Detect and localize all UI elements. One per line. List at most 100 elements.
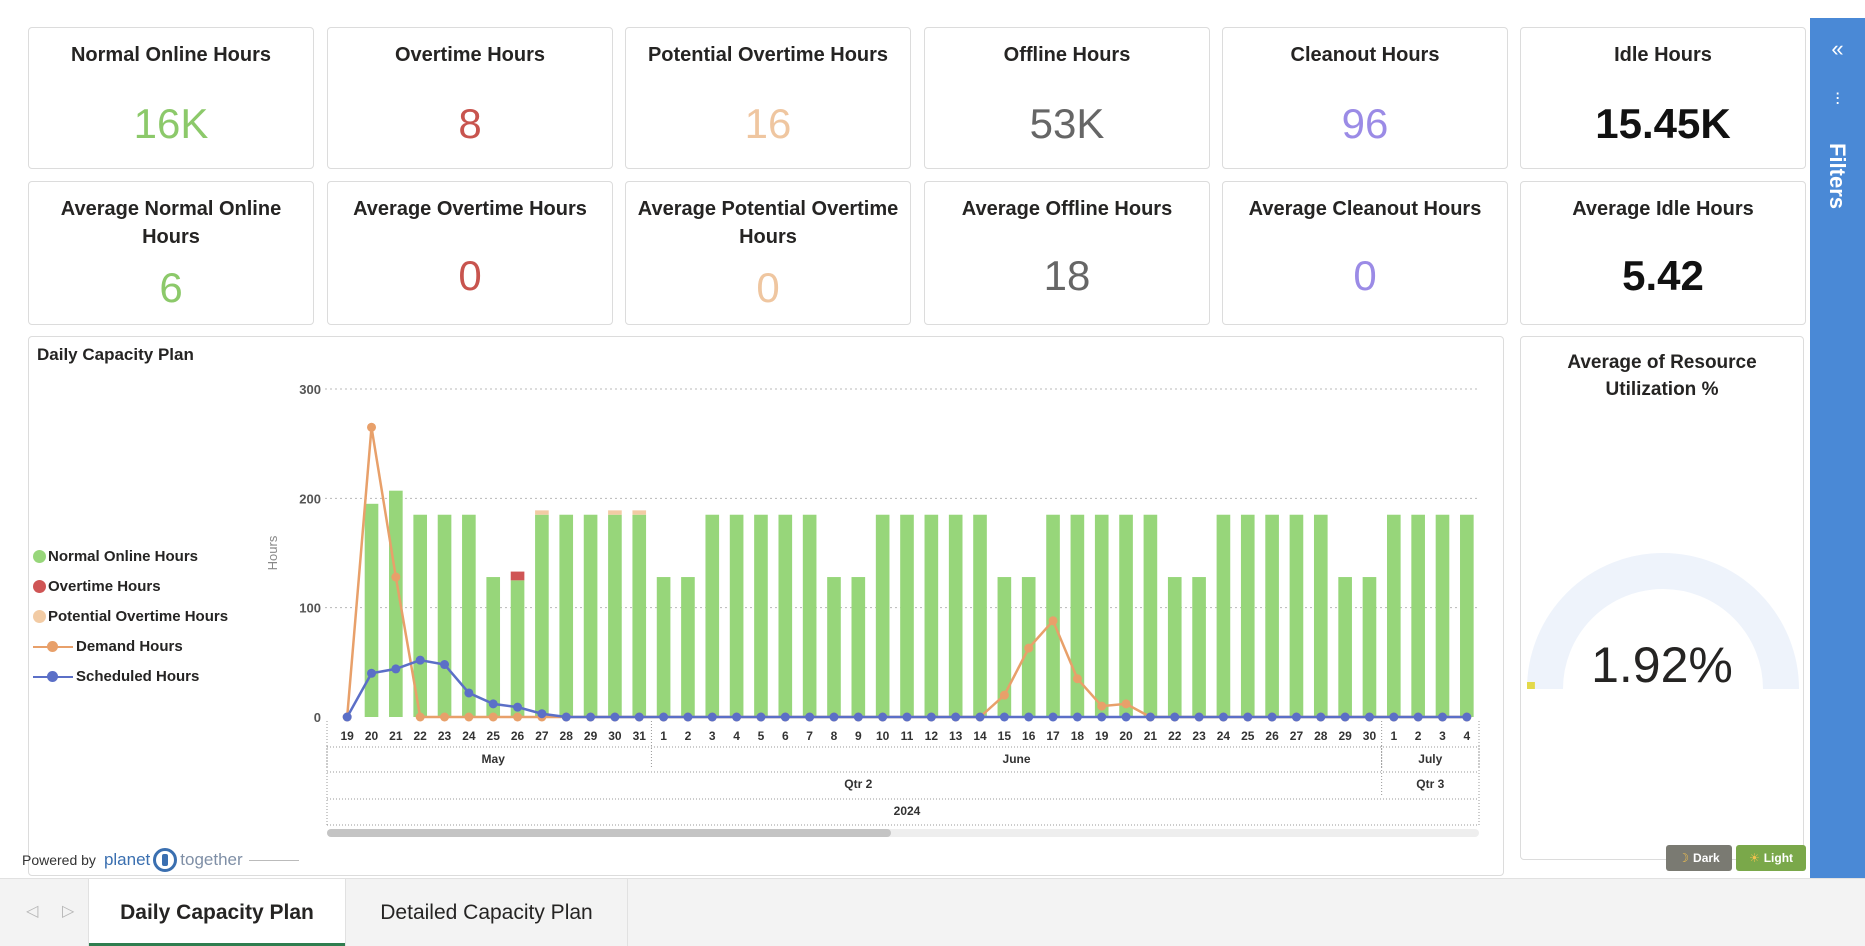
previous-page-icon[interactable]: ◁ (26, 901, 38, 921)
bar-normal-online-hours (486, 577, 501, 717)
kpi-card-average-potential-overtime-hours[interactable]: Average Potential Overtime Hours 0 (625, 181, 911, 325)
planettogether-logo: planet together (104, 848, 243, 872)
bar-normal-online-hours (1289, 514, 1304, 717)
dark-theme-button[interactable]: ☽ Dark (1666, 845, 1732, 871)
filters-pane[interactable]: « ⫶ Filters (1810, 18, 1865, 878)
next-page-icon[interactable]: ▷ (62, 901, 74, 921)
kpi-card-average-cleanout-hours[interactable]: Average Cleanout Hours 0 (1222, 181, 1508, 325)
bar-potential-overtime-hours (535, 510, 549, 515)
x-tick-label: 25 (487, 729, 501, 743)
bar-normal-online-hours (900, 514, 914, 717)
powered-by-footer: Powered by planet together (22, 848, 299, 872)
bar-normal-online-hours (1411, 514, 1425, 717)
kpi-card-average-overtime-hours[interactable]: Average Overtime Hours 0 (327, 181, 613, 325)
point-demand-hours (1097, 701, 1107, 711)
point-scheduled-hours (367, 668, 377, 678)
point-scheduled-hours (829, 712, 839, 722)
x-tick-label: 21 (1144, 729, 1158, 743)
powered-by-label: Powered by (22, 852, 96, 868)
bar-normal-online-hours (535, 514, 549, 717)
kpi-card-average-normal-online-hours[interactable]: Average Normal Online Hours 6 (28, 181, 314, 325)
gauge-value: 1.92% (1591, 637, 1733, 693)
point-scheduled-hours (1413, 712, 1423, 722)
point-scheduled-hours (464, 688, 474, 698)
y-tick-label: 300 (299, 382, 321, 397)
x-month-label: June (1003, 752, 1031, 766)
x-month-label: July (1418, 752, 1442, 766)
point-scheduled-hours (1437, 712, 1447, 722)
x-tick-label: 6 (782, 729, 789, 743)
collapse-filters-icon[interactable]: « (1810, 38, 1865, 60)
gauge-arc (1527, 553, 1799, 690)
kpi-card-potential-overtime-hours[interactable]: Potential Overtime Hours 16 (625, 27, 911, 169)
kpi-card-idle-hours[interactable]: Idle Hours 15.45K (1520, 27, 1806, 169)
x-tick-label: 27 (535, 729, 549, 743)
x-tick-label: 23 (1192, 729, 1206, 743)
y-tick-label: 0 (314, 710, 321, 725)
point-scheduled-hours (1097, 712, 1107, 722)
bar-normal-online-hours (681, 577, 695, 717)
x-tick-label: 19 (340, 729, 354, 743)
kpi-value: 53K (1029, 100, 1105, 147)
kpi-card-average-idle-hours[interactable]: Average Idle Hours 5.42 (1520, 181, 1806, 325)
point-scheduled-hours (707, 712, 717, 722)
point-scheduled-hours (1340, 712, 1350, 722)
x-tick-label: 21 (389, 729, 403, 743)
point-scheduled-hours (1194, 712, 1204, 722)
bar-normal-online-hours (705, 514, 720, 717)
bar-normal-online-hours (1167, 577, 1182, 717)
x-tick-label: 3 (709, 729, 716, 743)
x-tick-label: 23 (438, 729, 452, 743)
bar-normal-online-hours (851, 577, 866, 717)
tab-daily-capacity-plan[interactable]: Daily Capacity Plan (88, 879, 346, 946)
kpi-card-cleanout-hours[interactable]: Cleanout Hours 96 (1222, 27, 1508, 169)
x-tick-label: 2 (685, 729, 692, 743)
bar-normal-online-hours (1362, 577, 1377, 717)
daily-capacity-plan-chart[interactable]: Daily Capacity Plan Normal Online Hours … (28, 336, 1504, 876)
point-demand-hours (1024, 643, 1034, 653)
point-scheduled-hours (391, 664, 401, 674)
kpi-card-offline-hours[interactable]: Offline Hours 53K (924, 27, 1210, 169)
x-tick-label: 11 (901, 729, 914, 743)
x-tick-label: 15 (998, 729, 1012, 743)
point-demand-hours (464, 712, 474, 722)
resource-utilization-gauge[interactable]: Average of Resource Utilization % 1.92% (1520, 336, 1804, 860)
point-demand-hours (391, 572, 401, 582)
x-tick-label: 2 (1415, 729, 1422, 743)
scrollbar-thumb[interactable] (327, 829, 891, 837)
x-tick-label: 4 (733, 729, 740, 743)
filters-label[interactable]: Filters (1824, 143, 1850, 209)
point-scheduled-hours (1364, 712, 1374, 722)
kpi-card-overtime-hours[interactable]: Overtime Hours 8 (327, 27, 613, 169)
light-theme-button[interactable]: ☀ Light (1736, 845, 1806, 871)
bar-normal-online-hours (510, 580, 525, 717)
tab-detailed-capacity-plan[interactable]: Detailed Capacity Plan (346, 879, 628, 946)
point-scheduled-hours (1048, 712, 1058, 722)
point-scheduled-hours (805, 712, 815, 722)
bar-normal-online-hours (1119, 514, 1133, 717)
bar-potential-overtime-hours (608, 510, 622, 515)
point-scheduled-hours (440, 660, 450, 670)
kpi-title: Average Cleanout Hours (1248, 198, 1482, 220)
bar-normal-online-hours (1070, 514, 1085, 717)
x-tick-label: 1 (1390, 729, 1397, 743)
kpi-card-normal-online-hours[interactable]: Normal Online Hours 16K (28, 27, 314, 169)
x-tick-label: 22 (414, 729, 428, 743)
kpi-value: 16 (744, 100, 792, 147)
point-scheduled-hours (1145, 712, 1155, 722)
point-scheduled-hours (1389, 712, 1399, 722)
x-tick-label: 28 (560, 729, 574, 743)
y-tick-label: 100 (299, 601, 321, 616)
point-scheduled-hours (780, 712, 790, 722)
bar-normal-online-hours (1338, 577, 1352, 717)
x-tick-label: 26 (1265, 729, 1279, 743)
bar-normal-online-hours (1143, 514, 1158, 717)
sun-icon: ☀ (1748, 851, 1760, 865)
x-tick-label: 7 (806, 729, 813, 743)
chart-plot-area[interactable]: 0100200300Hours19 20 21 22 23 24 25 26 27 28 29 30 3… (29, 337, 1505, 877)
kpi-value: 0 (1353, 252, 1377, 299)
moon-icon: ☽ (1678, 851, 1690, 865)
point-scheduled-hours (415, 655, 425, 665)
kpi-card-average-offline-hours[interactable]: Average Offline Hours 18 (924, 181, 1210, 325)
point-demand-hours (1048, 616, 1058, 626)
